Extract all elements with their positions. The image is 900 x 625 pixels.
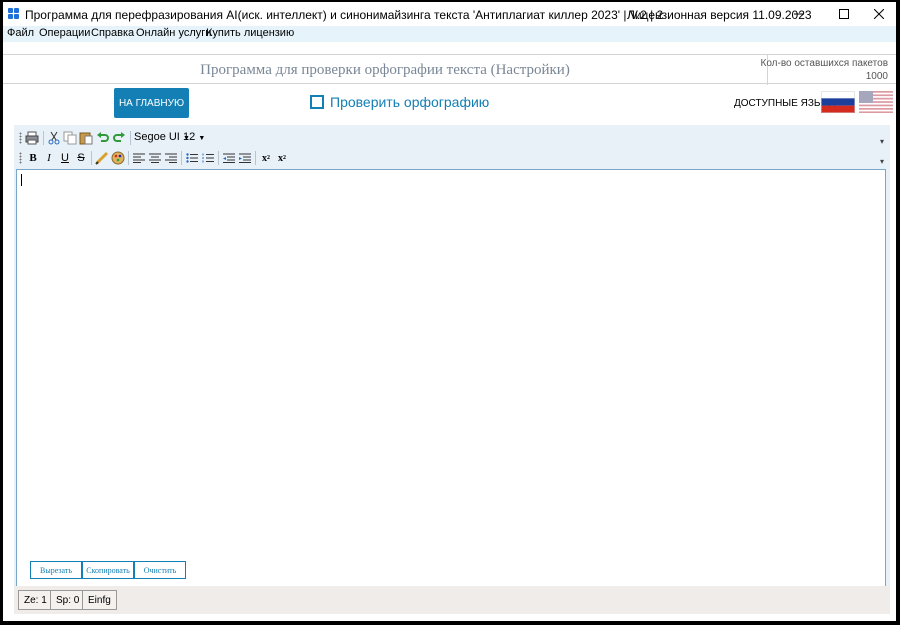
- subscript-icon[interactable]: x2: [258, 150, 274, 166]
- spellcheck-label: Проверить орфографию: [330, 94, 490, 110]
- status-bar: Ze: 1 Sp: 0 Einfg: [14, 586, 890, 614]
- toolbar-separator: [130, 131, 131, 145]
- russian-flag-icon[interactable]: [821, 91, 855, 113]
- packets-label: Кол-во оставшихся пакетов: [760, 58, 889, 69]
- copy-button[interactable]: Скопировать: [82, 561, 134, 579]
- menu-bar: Файл Операции Справка Онлайн услуги Купи…: [3, 26, 896, 42]
- bullet-list-icon[interactable]: [184, 150, 200, 166]
- italic-icon[interactable]: I: [41, 150, 57, 166]
- title-bar: Программа для перефразирования AI(иск. и…: [3, 2, 896, 26]
- minimize-icon: [794, 13, 804, 15]
- us-flag-icon[interactable]: [859, 91, 893, 113]
- cut-icon[interactable]: [46, 130, 62, 146]
- home-button[interactable]: НА ГЛАВНУЮ: [114, 88, 189, 118]
- menu-operations[interactable]: Операции: [39, 27, 90, 39]
- font-size-select[interactable]: 12 ▼: [183, 131, 205, 143]
- close-button[interactable]: [859, 2, 896, 26]
- font-family-select[interactable]: Segoe UI ▼: [134, 131, 190, 143]
- app-logo-icon: [8, 8, 20, 20]
- color-icon[interactable]: [110, 150, 126, 166]
- menu-file[interactable]: Файл: [7, 27, 34, 39]
- close-icon: [874, 9, 884, 19]
- maximize-button[interactable]: [824, 2, 864, 26]
- redo-icon[interactable]: [111, 130, 127, 146]
- align-right-icon[interactable]: [163, 150, 179, 166]
- toolbar-overflow-icon[interactable]: ▾: [880, 157, 884, 166]
- app-window: Программа для перефразирования AI(иск. и…: [3, 2, 896, 621]
- menu-online-services[interactable]: Онлайн услуги: [136, 27, 211, 39]
- align-center-icon[interactable]: [147, 150, 163, 166]
- menu-buy-license[interactable]: Купить лицензию: [206, 27, 294, 39]
- toolbar-grip[interactable]: [19, 132, 22, 144]
- highlight-icon[interactable]: [94, 150, 110, 166]
- outdent-icon[interactable]: [221, 150, 237, 166]
- chevron-down-icon: ▼: [198, 135, 206, 142]
- paste-icon[interactable]: [78, 130, 94, 146]
- toolbar-separator: [218, 151, 219, 165]
- column-indicator: Sp: 0: [50, 590, 86, 610]
- toolbar-overflow-icon[interactable]: ▾: [880, 137, 884, 146]
- menu-help[interactable]: Справка: [91, 27, 134, 39]
- page-title: Программа для проверки орфографии текста…: [200, 62, 570, 78]
- align-left-icon[interactable]: [131, 150, 147, 166]
- editor-text-area[interactable]: Вырезать Скопировать Очистить: [16, 169, 886, 587]
- bold-icon[interactable]: B: [25, 150, 41, 166]
- indent-icon[interactable]: [237, 150, 253, 166]
- maximize-icon: [839, 9, 849, 19]
- insert-mode-indicator[interactable]: Einfg: [82, 590, 117, 610]
- rich-text-editor: Segoe UI ▼ 12 ▼ ▾ B I U S x 2 x 2 ▾ Выре…: [14, 125, 890, 614]
- toolbar-separator: [181, 151, 182, 165]
- packets-value: 1000: [865, 71, 888, 82]
- toolbar-separator: [43, 131, 44, 145]
- minimize-button[interactable]: [779, 2, 819, 26]
- clear-button[interactable]: Очистить: [134, 561, 186, 579]
- superscript-icon[interactable]: x2: [274, 150, 290, 166]
- spellcheck-checkbox[interactable]: Проверить орфографию: [310, 94, 489, 110]
- editor-action-buttons: Вырезать Скопировать Очистить: [30, 561, 186, 579]
- undo-icon[interactable]: [95, 130, 111, 146]
- header-panel: Программа для проверки орфографии текста…: [3, 54, 896, 85]
- window-title: Программа для перефразирования AI(иск. и…: [25, 8, 664, 22]
- cut-button[interactable]: Вырезать: [30, 561, 82, 579]
- font-family-value: Segoe UI: [134, 131, 180, 143]
- packets-counter: Кол-во оставшихся пакетов 1000: [761, 54, 896, 85]
- toolbar-separator: [128, 151, 129, 165]
- toolbar-formatting: B I U S x 2 x 2 ▾: [18, 149, 886, 167]
- toolbar-separator: [255, 151, 256, 165]
- toolbar-separator: [91, 151, 92, 165]
- underline-icon[interactable]: U: [57, 150, 73, 166]
- numbered-list-icon[interactable]: [200, 150, 216, 166]
- font-size-value: 12: [183, 131, 196, 143]
- copy-icon[interactable]: [62, 130, 78, 146]
- toolbar-grip[interactable]: [19, 152, 22, 164]
- toolbar-standard: Segoe UI ▼ 12 ▼ ▾: [18, 129, 886, 147]
- text-caret: [21, 174, 22, 186]
- line-indicator: Ze: 1: [18, 590, 53, 610]
- strikethrough-icon[interactable]: S: [73, 150, 89, 166]
- checkbox-icon[interactable]: [310, 95, 324, 109]
- print-icon[interactable]: [24, 130, 40, 146]
